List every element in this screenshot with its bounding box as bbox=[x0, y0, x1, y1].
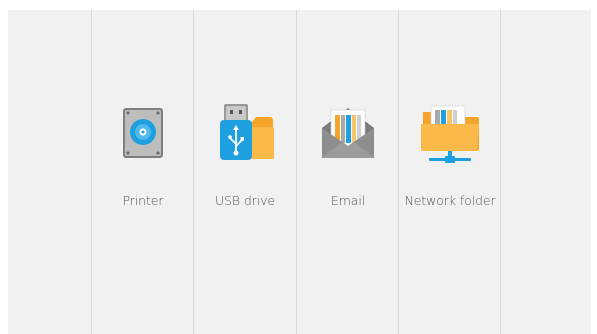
destination-panel: Printer USB drive Email Network folder bbox=[8, 10, 591, 334]
usb-drive-icon bbox=[210, 98, 280, 168]
option-label: USB drive bbox=[215, 193, 275, 208]
option-printer[interactable]: Printer bbox=[92, 10, 194, 334]
option-network-folder[interactable]: Network folder bbox=[399, 10, 501, 334]
option-email[interactable]: Email bbox=[297, 10, 399, 334]
email-icon bbox=[313, 98, 383, 168]
option-label: Network folder bbox=[404, 193, 496, 208]
option-usb-drive[interactable]: USB drive bbox=[194, 10, 296, 334]
option-label: Printer bbox=[122, 193, 164, 208]
option-label: Email bbox=[330, 193, 366, 208]
printer-drive-icon bbox=[108, 98, 178, 168]
network-folder-icon bbox=[415, 98, 485, 168]
